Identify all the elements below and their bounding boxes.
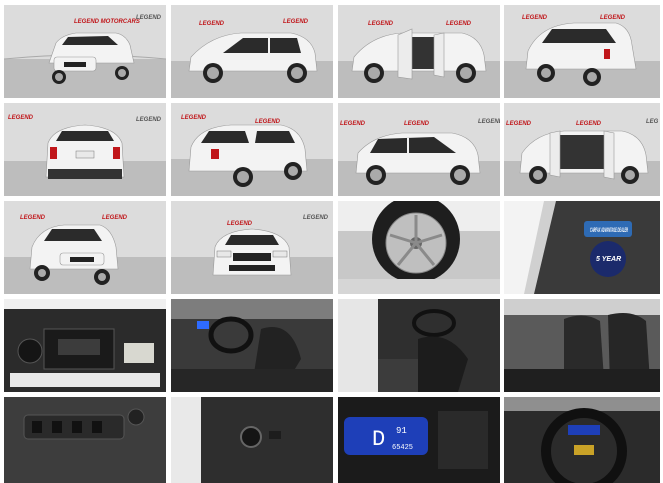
svg-text:LEGEND: LEGEND (136, 15, 162, 21)
thumbnail-front-three-quarter-passenger[interactable]: LEGEND LEGEND (4, 201, 166, 294)
thumbnail-driver-interior[interactable] (171, 299, 333, 392)
photo-rear-view: LEGEND LEGEND (4, 103, 166, 196)
photo-engine-bay (4, 299, 166, 392)
thumbnail-headlight-switch[interactable] (171, 397, 333, 483)
svg-text:LEGEND: LEGEND (20, 215, 46, 221)
photo-driver-side-profile: LEGEND LEGEND (171, 5, 333, 98)
thumbnail-instrument-cluster[interactable]: D 91 65425 (338, 397, 500, 483)
thumbnail-window-sticker-closeup[interactable]: CARFAX ADVANTAGE DEALER 5 YEAR (504, 201, 660, 294)
photo-front-seats (504, 299, 660, 392)
photo-passenger-side-doors-open: LEGEND LEGEND LEG (504, 103, 660, 196)
photo-front-three-quarter-passenger: LEGEND LEGEND (4, 201, 166, 294)
svg-text:LEGEND: LEGEND (283, 19, 309, 25)
svg-text:LEGEND: LEGEND (404, 121, 430, 127)
thumbnail-rear-three-quarter-driver[interactable]: LEGEND LEGEND (504, 5, 660, 98)
thumbnail-engine-bay[interactable] (4, 299, 166, 392)
cluster-odometer-text: 65425 (392, 444, 413, 452)
svg-text:LEGEND MOTORCARS: LEGEND MOTORCARS (74, 19, 140, 25)
photo-driver-interior (171, 299, 333, 392)
photo-instrument-cluster: D 91 65425 (338, 397, 500, 483)
svg-text:LEGEND: LEGEND (199, 21, 225, 27)
svg-text:LEGEND: LEGEND (8, 115, 34, 121)
warranty-badge-text: 5 YEAR (596, 256, 621, 263)
svg-text:LEG: LEG (646, 119, 659, 125)
cluster-reading-text: 91 (396, 426, 407, 436)
photo-front-view: LEGEND LEGEND (171, 201, 333, 294)
thumbnail-driver-side-profile[interactable]: LEGEND LEGEND (171, 5, 333, 98)
svg-text:LEGEND: LEGEND (340, 121, 366, 127)
thumbnail-door-switch-panel[interactable] (4, 397, 166, 483)
thumbnail-rear-view[interactable]: LEGEND LEGEND (4, 103, 166, 196)
svg-text:LEGEND: LEGEND (227, 221, 253, 227)
thumbnail-passenger-side-profile[interactable]: LEGEND LEGEND LEGEND (338, 103, 500, 196)
photo-driver-side-doors-open: LEGEND LEGEND (338, 5, 500, 98)
photo-rear-three-quarter-passenger: LEGEND LEGEND (171, 103, 333, 196)
thumbnail-front-view[interactable]: LEGEND LEGEND (171, 201, 333, 294)
thumbnail-rear-three-quarter-passenger[interactable]: LEGEND LEGEND (171, 103, 333, 196)
photo-headlight-switch (171, 397, 333, 483)
thumbnail-steering-wheel[interactable] (504, 397, 660, 483)
photo-window-sticker-closeup: CARFAX ADVANTAGE DEALER 5 YEAR (504, 201, 660, 294)
svg-text:LEGEND: LEGEND (600, 15, 626, 21)
photo-rear-three-quarter-driver: LEGEND LEGEND (504, 5, 660, 98)
thumbnail-wheel-closeup[interactable] (338, 201, 500, 294)
svg-text:LEGEND: LEGEND (255, 119, 281, 125)
svg-text:LEGEND: LEGEND (446, 21, 472, 27)
photo-wheel-closeup (338, 201, 500, 294)
svg-text:LEGEND: LEGEND (181, 115, 207, 121)
photo-gallery-grid: LEGEND MOTORCARS LEGEND LEGEND LEGEND LE… (0, 0, 663, 483)
svg-text:LEGEND: LEGEND (506, 121, 532, 127)
svg-text:LEGEND: LEGEND (136, 117, 162, 123)
svg-text:LEGEND: LEGEND (522, 15, 548, 21)
thumbnail-front-seats[interactable] (504, 299, 660, 392)
svg-text:LEGEND: LEGEND (576, 121, 602, 127)
carfax-badge-text: CARFAX ADVANTAGE DEALER (590, 228, 628, 234)
cluster-gear-text: D (372, 427, 385, 452)
svg-text:LEGEND: LEGEND (102, 215, 128, 221)
photo-steering-wheel (504, 397, 660, 483)
svg-text:LEGEND: LEGEND (303, 215, 329, 221)
thumbnail-front-three-quarter[interactable]: LEGEND MOTORCARS LEGEND (4, 5, 166, 98)
photo-front-three-quarter: LEGEND MOTORCARS LEGEND (4, 5, 166, 98)
thumbnail-rear-door-interior[interactable] (338, 299, 500, 392)
svg-text:LEGEND: LEGEND (478, 119, 500, 125)
svg-text:LEGEND: LEGEND (368, 21, 394, 27)
photo-door-switch-panel (4, 397, 166, 483)
thumbnail-driver-side-doors-open[interactable]: LEGEND LEGEND (338, 5, 500, 98)
thumbnail-passenger-side-doors-open[interactable]: LEGEND LEGEND LEG (504, 103, 660, 196)
photo-rear-door-interior (338, 299, 500, 392)
photo-passenger-side-profile: LEGEND LEGEND LEGEND (338, 103, 500, 196)
